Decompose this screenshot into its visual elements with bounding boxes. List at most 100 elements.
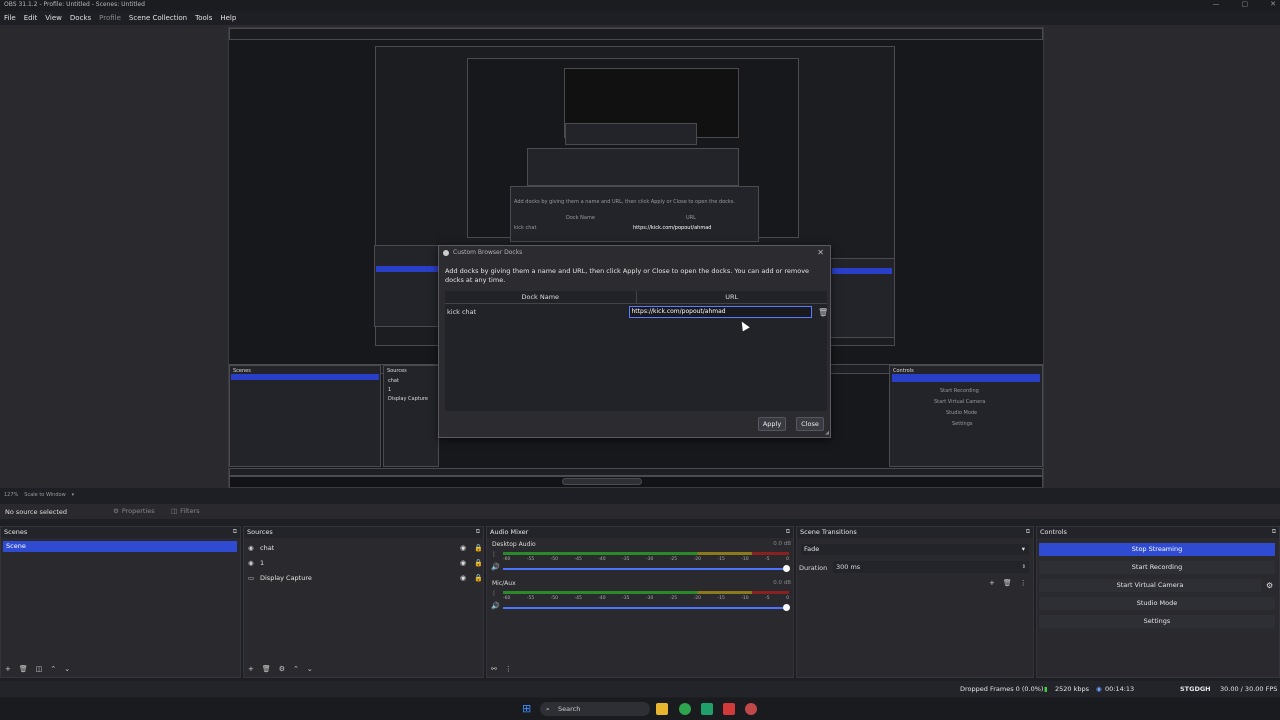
close-icon[interactable]: ✕ <box>817 248 824 257</box>
transition-toolbar: + 🗑 ⋮ <box>989 579 1027 587</box>
nested-scene-highlight <box>376 266 440 272</box>
bitrate: 2520 kbps <box>1055 685 1090 693</box>
trash-icon[interactable]: 🗑 <box>19 665 28 673</box>
apply-button[interactable]: Apply <box>758 417 786 431</box>
nested-scenes <box>374 245 444 327</box>
taskbar-search[interactable]: ⌕ Search <box>540 702 650 716</box>
menu-bar: File Edit View Docks Profile Scene Colle… <box>0 12 1280 24</box>
list-item[interactable]: ◉ 1 ◉ 🔒 <box>248 556 483 569</box>
speaker-icon[interactable]: 🔊 <box>491 602 500 610</box>
menu-docks[interactable]: Docks <box>70 12 91 24</box>
scene-item[interactable]: Scene <box>3 541 237 552</box>
preview-zoom-bar: 127% Scale to Window ▾ <box>0 490 1280 500</box>
channel-db: 0.0 dB <box>773 541 791 547</box>
stop-streaming-button[interactable]: Stop Streaming <box>1039 543 1275 556</box>
kebab-icon[interactable]: ⋮ <box>491 590 497 597</box>
dock-float-icon[interactable]: ⧉ <box>233 528 237 536</box>
maximize-icon[interactable]: ▢ <box>1242 0 1249 11</box>
list-item[interactable]: ▭ Display Capture ◉ 🔒 <box>248 571 483 584</box>
windows-taskbar: ⊞ ⌕ Search <box>0 698 1280 720</box>
lock-icon[interactable]: 🔒 <box>474 574 483 582</box>
menu-file[interactable]: File <box>4 12 16 24</box>
close-button[interactable]: Close <box>796 417 824 431</box>
properties-button[interactable]: ⚙ Properties <box>113 507 155 515</box>
dropped-frames: Dropped Frames 0 (0.0%) <box>960 685 1044 693</box>
scale-mode[interactable]: Scale to Window <box>24 490 65 500</box>
gear-icon[interactable]: ⚙ <box>279 665 285 673</box>
meter-ticks: -60 -55 -50 -45 -40 -35 -30 -25 -20 -15 -10 -5 0 <box>503 596 789 601</box>
studio-mode-button[interactable]: Studio Mode <box>1039 597 1275 610</box>
lock-icon[interactable]: 🔒 <box>474 544 483 552</box>
monitor-icon: ▭ <box>248 573 255 582</box>
filters-button[interactable]: ◫ Filters <box>171 507 200 515</box>
slider-handle[interactable] <box>783 565 790 572</box>
settings-button[interactable]: Settings <box>1039 615 1275 628</box>
chevron-up-icon[interactable]: ⌃ <box>50 665 56 673</box>
link-icon[interactable]: ⚯ <box>491 665 497 673</box>
slider-handle[interactable] <box>783 604 790 611</box>
no-source-label: No source selected <box>5 508 67 516</box>
dock-float-icon[interactable]: ⧉ <box>476 528 480 536</box>
eye-icon[interactable]: ◉ <box>460 544 466 552</box>
chevron-down-icon[interactable]: ⌄ <box>307 665 313 673</box>
menu-profile[interactable]: Profile <box>99 12 121 24</box>
minimize-icon[interactable]: — <box>1213 0 1220 11</box>
nested-status <box>229 468 1043 476</box>
lock-icon[interactable]: 🔒 <box>474 559 483 567</box>
app-icon[interactable] <box>723 703 735 715</box>
sources-header: Sources ⧉ <box>244 527 483 538</box>
volume-slider[interactable] <box>503 568 789 570</box>
channel-name: Mic/Aux <box>492 580 516 587</box>
volume-meter <box>503 552 789 555</box>
dock-float-icon[interactable]: ⧉ <box>1272 528 1276 536</box>
url-input[interactable]: https://kick.com/popout/ahmad <box>628 306 812 318</box>
filter-icon[interactable]: ◫ <box>36 665 43 673</box>
filter-icon: ◫ <box>171 507 178 515</box>
start-virtual-camera-button[interactable]: Start Virtual Camera <box>1039 579 1261 592</box>
trash-icon[interactable]: 🗑 <box>262 665 271 673</box>
menu-edit[interactable]: Edit <box>24 12 38 24</box>
transition-select[interactable]: Fade ▾ <box>801 544 1029 555</box>
menu-view[interactable]: View <box>45 12 62 24</box>
delete-icon[interactable]: 🗑 <box>818 308 828 317</box>
trash-icon[interactable]: 🗑 <box>1003 579 1012 587</box>
close-icon[interactable]: ✕ <box>1270 0 1276 11</box>
chevron-up-icon[interactable]: ⌃ <box>293 665 299 673</box>
nested-search <box>562 478 642 485</box>
obs-logo-icon <box>443 249 449 256</box>
gear-icon[interactable]: ⚙ <box>1266 581 1273 590</box>
file-explorer-icon[interactable] <box>656 703 668 715</box>
kebab-icon[interactable]: ⋮ <box>505 665 512 673</box>
list-item[interactable]: ◉ chat ◉ 🔒 <box>248 541 483 554</box>
start-recording-button[interactable]: Start Recording <box>1039 561 1275 574</box>
add-icon[interactable]: + <box>989 579 995 587</box>
add-icon[interactable]: + <box>248 665 254 673</box>
stepper-icon[interactable]: ⇕ <box>1022 561 1026 573</box>
kebab-icon[interactable]: ⋮ <box>491 551 497 558</box>
menu-scene-collection[interactable]: Scene Collection <box>129 12 187 24</box>
transitions-header: Scene Transitions ⧉ <box>797 527 1033 538</box>
windows-start-icon[interactable]: ⊞ <box>522 702 531 715</box>
obs-taskbar-icon[interactable] <box>745 703 757 715</box>
status-bar: Dropped Frames 0 (0.0%) ▮ 2520 kbps ◉ 00… <box>0 681 1280 697</box>
dock-float-icon[interactable]: ⧉ <box>786 528 790 536</box>
app-icon[interactable] <box>701 703 713 715</box>
volume-slider[interactable] <box>503 607 789 609</box>
kebab-icon[interactable]: ⋮ <box>1020 579 1027 587</box>
dock-float-icon[interactable]: ⧉ <box>1026 528 1030 536</box>
search-label: Search <box>558 705 581 713</box>
chevron-down-icon[interactable]: ⌄ <box>64 665 70 673</box>
duration-input[interactable]: 300 ms ⇕ <box>833 561 1029 573</box>
add-icon[interactable]: + <box>5 665 11 673</box>
dock-name-cell[interactable]: kick chat <box>445 308 629 316</box>
menu-help[interactable]: Help <box>220 12 236 24</box>
zoom-level[interactable]: 127% <box>4 490 18 500</box>
speaker-icon[interactable]: 🔊 <box>491 563 500 571</box>
menu-tools[interactable]: Tools <box>195 12 212 24</box>
eye-icon[interactable]: ◉ <box>460 559 466 567</box>
resize-grip-icon[interactable]: ◢ <box>825 430 829 436</box>
chevron-down-icon[interactable]: ▾ <box>72 490 75 500</box>
eye-icon[interactable]: ◉ <box>460 574 466 582</box>
scenes-title: Scenes <box>4 528 28 536</box>
chrome-icon[interactable] <box>679 703 691 715</box>
